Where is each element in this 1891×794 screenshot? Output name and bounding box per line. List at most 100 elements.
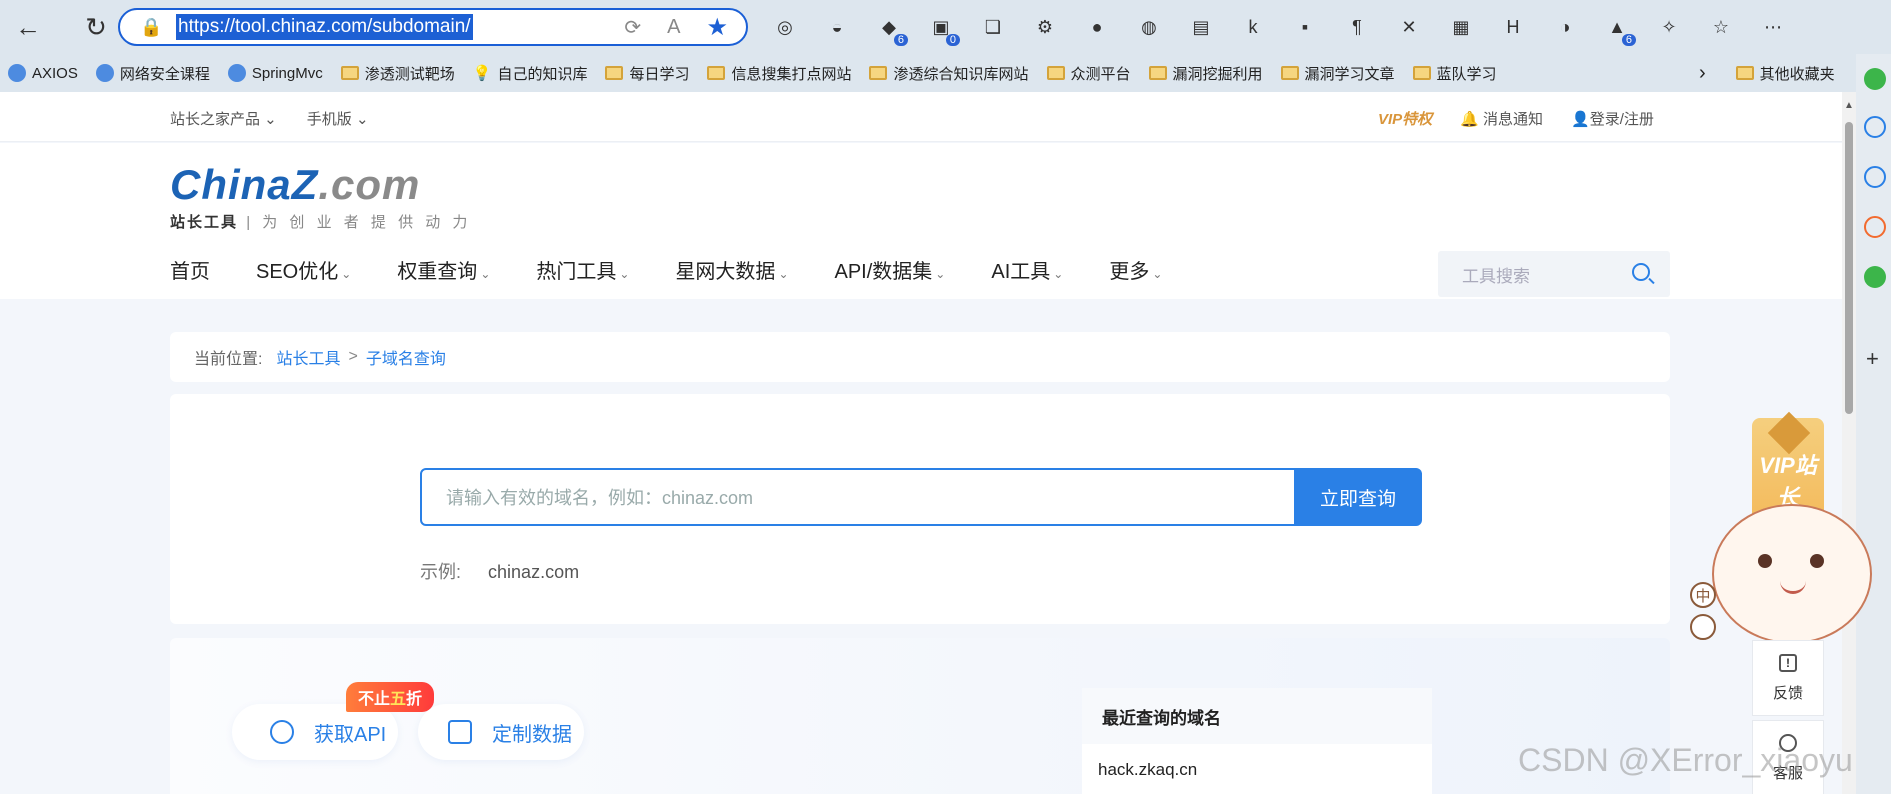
extension-icon[interactable]: k [1236,10,1270,44]
query-button[interactable]: 立即查询 [1294,468,1422,526]
bookmark-item[interactable]: 漏洞学习文章 [1280,63,1395,84]
scroll-thumb[interactable] [1845,122,1853,414]
site-logo[interactable]: ChinaZ.com 站长工具 | 为 创 业 者 提 供 动 力 [170,161,471,232]
url-text[interactable]: https://tool.chinaz.com/subdomain/ [176,14,473,40]
bookmark-item[interactable]: 众测平台 [1046,63,1131,84]
breadcrumb: 当前位置: 站长工具 > 子域名查询 [170,332,1670,382]
edge-sidebar: + [1856,54,1891,794]
bookmark-item[interactable]: 蓝队学习 [1412,63,1497,84]
extension-icon[interactable]: ✕ [1392,10,1426,44]
breadcrumb-current[interactable]: 子域名查询 [366,345,446,369]
nav-home[interactable]: 首页 [170,255,210,284]
extensions-puzzle-icon[interactable]: ✧ [1652,10,1686,44]
extension-icon[interactable]: ▪ [1288,10,1322,44]
extension-icon[interactable]: ◆ 6 [872,10,908,46]
search-icon[interactable] [1632,263,1650,281]
chevron-down-icon: ⌄ [1053,267,1064,281]
lock-icon: 🔒 [140,17,163,37]
favorite-star-icon[interactable]: ★ [706,13,728,42]
bookmark-item[interactable]: 渗透测试靶场 [340,63,455,84]
example-link[interactable]: chinaz.com [488,562,579,582]
link-icon[interactable] [1864,166,1886,188]
user-icon: 👤 [1571,111,1590,128]
nav-ai-tools[interactable]: AI工具 ⌄ [991,255,1063,284]
mascot-face-icon[interactable] [1690,614,1716,640]
folder-icon [1046,66,1065,80]
language-toggle[interactable]: 中 [1690,582,1716,608]
bookmark-item[interactable]: 网络安全课程 [95,63,210,84]
bookmark-item[interactable]: 💡 自己的知识库 [473,63,588,84]
extension-icon[interactable]: ▲ 6 [1600,10,1636,46]
notify-link[interactable]: 🔔 消息通知 [1460,108,1543,129]
domain-input[interactable]: 请输入有效的域名，例如：chinaz.com [420,468,1298,526]
translate-icon[interactable]: ⟳ [624,15,641,40]
extension-icon[interactable]: ▤ [1184,10,1218,44]
extension-icon[interactable]: ◒ [820,10,854,44]
more-menu-icon[interactable]: ⋯ [1756,10,1790,44]
recent-domain-item[interactable]: hack.zkaq.cn [1082,744,1432,794]
extension-icon[interactable]: ◎ [768,10,802,44]
recent-domains-panel: 最近查询的域名 hack.zkaq.cn [1082,688,1432,794]
folder-icon [707,66,726,80]
extension-icon[interactable]: ▣ 0 [924,10,960,46]
extension-icon[interactable]: ● [1080,10,1114,44]
bookmark-item[interactable]: 渗透综合知识库网站 [869,63,1029,84]
bookmark-item[interactable]: AXIOS [8,64,78,82]
page-viewport: 站长之家产品 ⌄ 手机版 ⌄ VIP特权 🔔 消息通知 👤登录/注册 China… [0,92,1842,794]
folder-icon [1412,66,1431,80]
login-link[interactable]: 👤登录/注册 [1571,108,1654,129]
bookmark-item[interactable]: SpringMvc [227,64,323,82]
nav-seo[interactable]: SEO优化 ⌄ [256,255,351,284]
read-aloud-icon[interactable]: A [667,16,680,39]
mobile-menu[interactable]: 手机版 ⌄ [307,108,369,129]
chevron-down-icon: ⌄ [935,267,946,281]
nav-bigdata[interactable]: 星网大数据 ⌄ [675,255,788,284]
vip-link[interactable]: VIP特权 [1378,108,1432,129]
example-row: 示例: chinaz.com [420,562,580,582]
bookmark-item[interactable]: 漏洞挖掘利用 [1148,63,1263,84]
wechat-icon[interactable] [1864,266,1886,288]
extension-icon[interactable]: H [1496,10,1530,44]
address-bar[interactable]: 🔒 https://tool.chinaz.com/subdomain/ ⟳ A… [118,8,748,46]
site-icon [8,64,26,82]
nav-weight[interactable]: 权重查询 ⌄ [397,255,490,284]
add-icon[interactable]: + [1866,346,1879,372]
bear-mascot[interactable] [1712,504,1872,644]
promo-card: 获取API 不止五折 定制数据 最近查询的域名 hack.zkaq.cn [170,638,1670,794]
chevron-down-icon: ⌄ [619,267,630,281]
watermark: CSDN @XError_xiaoyu [1518,742,1853,778]
exit-icon[interactable] [1864,216,1886,238]
nav-hot-tools[interactable]: 热门工具 ⌄ [536,255,629,284]
bookmark-item[interactable]: 每日学习 [605,63,689,84]
favorites-icon[interactable]: ☆ [1704,10,1738,44]
extension-icon[interactable]: ⚙ [1028,10,1062,44]
refresh-icon[interactable]: ↻ [74,5,118,49]
folder-icon [1148,66,1167,80]
bookmarks-overflow-icon[interactable]: › [1699,62,1706,85]
nav-more[interactable]: 更多 ⌄ [1109,255,1162,284]
products-menu[interactable]: 站长之家产品 ⌄ [170,108,277,129]
nav-api[interactable]: API/数据集 ⌄ [835,255,946,284]
get-api-button[interactable]: 获取API [232,704,398,760]
other-bookmarks[interactable]: 其他收藏夹 [1735,63,1835,84]
breadcrumb-home-link[interactable]: 站长工具 [276,345,340,369]
discount-badge: 不止五折 [346,682,435,712]
tool-search-input[interactable]: 工具搜索 [1438,251,1670,297]
extension-icon[interactable]: ▦ [1444,10,1478,44]
link-icon[interactable] [1864,116,1886,138]
folder-icon [1735,66,1754,80]
bell-icon: 🔔 [1460,111,1479,128]
scroll-up-icon[interactable]: ▲ [1844,100,1854,111]
back-icon[interactable]: ← [6,5,50,49]
wechat-icon[interactable] [1864,68,1886,90]
page-scrollbar[interactable]: ▲ [1842,92,1856,794]
extension-icon[interactable]: ◑ [1548,10,1582,44]
extension-icon[interactable]: ❏ [976,10,1010,44]
site-icon [227,64,246,82]
extension-icon[interactable]: ◍ [1132,10,1166,44]
custom-data-button[interactable]: 定制数据 [418,704,584,760]
bookmarks-bar: AXIOS 网络安全课程 SpringMvc 渗透测试靶场 💡 自己的知识库 每日学习 信息搜… [0,54,1891,92]
feedback-button[interactable]: ! 反馈 [1752,640,1824,716]
extension-icon[interactable]: ¶ [1340,10,1374,44]
bookmark-item[interactable]: 信息搜集打点网站 [707,63,851,84]
